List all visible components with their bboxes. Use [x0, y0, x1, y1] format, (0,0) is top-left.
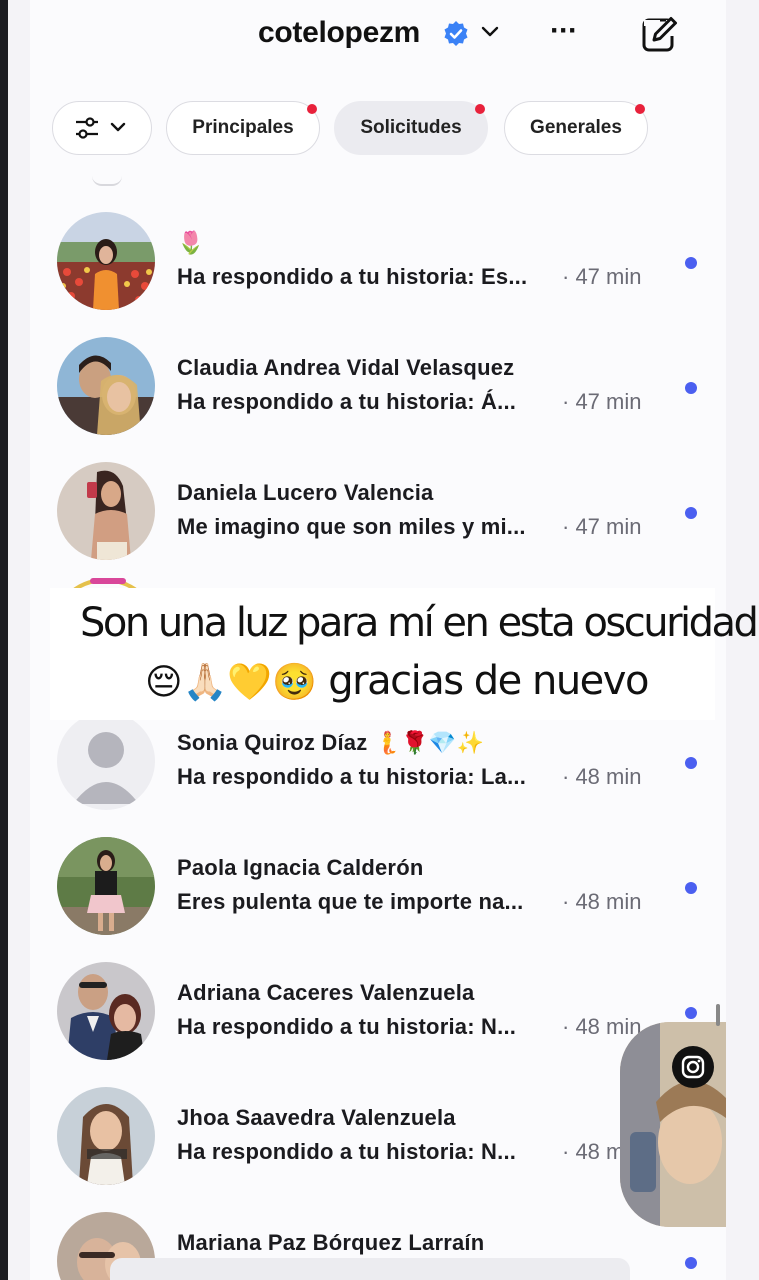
sliders-icon: [76, 117, 126, 139]
conversation-row[interactable]: Sonia Quiroz Díaz 🧜🌹💎✨ Ha respondido a t…: [30, 712, 726, 822]
tab-solicitudes-label: Solicitudes: [360, 117, 462, 138]
conversation-time: · 48 min: [562, 1014, 642, 1039]
tab-generales[interactable]: Generales: [504, 101, 648, 155]
story-caption: Son una luz para mí en esta oscuridad 😔🙏…: [50, 588, 759, 720]
tab-solicitudes[interactable]: Solicitudes: [334, 101, 488, 155]
unread-dot: [685, 507, 697, 519]
caption-line-1: Son una luz para mí en esta oscuridad: [80, 600, 759, 646]
filter-chip[interactable]: [52, 101, 152, 155]
conversation-time: · 47 min: [562, 264, 642, 289]
conversation-name: Daniela Lucero Valencia: [177, 480, 434, 505]
conversation-preview: Ha respondido a tu historia: Á...: [177, 389, 517, 414]
conversation-name: Jhoa Saavedra Valenzuela: [177, 1105, 456, 1130]
avatar: [57, 712, 155, 810]
bottom-bar: [110, 1258, 630, 1280]
caption-line-2-text: gracias de nuevo: [328, 658, 649, 704]
conversation-preview: Ha respondido a tu historia: N...: [177, 1014, 517, 1039]
avatar: [57, 212, 155, 310]
scrolled-avatar-edge: [92, 176, 122, 186]
unread-dot: [685, 882, 697, 894]
conversation-name: Adriana Caceres Valenzuela: [177, 980, 475, 1005]
chevron-down-icon[interactable]: [480, 24, 500, 40]
unread-dot: [685, 382, 697, 394]
unread-dot: [685, 1007, 697, 1019]
account-username[interactable]: cotelopezm: [258, 16, 420, 50]
conversation-preview: Ha respondido a tu historia: Es...: [177, 264, 528, 289]
inbox-filter-chips: Principales Solicitudes Generales: [30, 101, 726, 161]
conversation-time: · 47 min: [562, 389, 642, 414]
unread-dot: [685, 1257, 697, 1269]
story-ring-highlight: [90, 578, 126, 584]
tab-principales[interactable]: Principales: [166, 101, 320, 155]
conversation-time: · 48 m: [562, 1139, 625, 1164]
conversation-name: Paola Ignacia Calderón: [177, 855, 424, 880]
avatar: [57, 837, 155, 935]
unread-dot: [685, 757, 697, 769]
caption-line-2: 😔🙏🏻💛🥹 gracias de nuevo: [145, 658, 649, 704]
instagram-icon[interactable]: [672, 1046, 714, 1088]
tab-generales-label: Generales: [530, 117, 622, 138]
unread-dot: [685, 257, 697, 269]
conversation-row[interactable]: Claudia Andrea Vidal Velasquez Ha respon…: [30, 337, 726, 447]
conversation-name: Mariana Paz Bórquez Larraín: [177, 1230, 485, 1255]
conversation-time: · 47 min: [562, 514, 642, 539]
conversation-name: Claudia Andrea Vidal Velasquez: [177, 355, 515, 380]
conversation-preview: Ha respondido a tu historia: N...: [177, 1139, 517, 1164]
conversation-preview: Eres pulenta que te importe na...: [177, 889, 524, 914]
more-options-icon[interactable]: ···: [550, 16, 578, 46]
conversation-preview: Me imagino que son miles y mi...: [177, 514, 526, 539]
caption-emojis: 😔🙏🏻💛🥹: [145, 662, 318, 703]
inbox-header: cotelopezm ···: [30, 0, 726, 80]
notification-dot: [635, 104, 645, 114]
tab-principales-label: Principales: [192, 117, 294, 138]
notification-dot: [307, 104, 317, 114]
conversation-row[interactable]: Daniela Lucero Valencia Me imagino que s…: [30, 462, 726, 572]
conversation-name: Sonia Quiroz Díaz 🧜🌹💎✨: [177, 730, 485, 755]
conversation-time: · 48 min: [562, 764, 642, 789]
new-message-icon[interactable]: [640, 14, 680, 54]
conversation-row[interactable]: 🌷 Ha respondido a tu historia: Es... · 4…: [30, 212, 726, 322]
avatar: [57, 462, 155, 560]
scrollbar[interactable]: [716, 1004, 720, 1026]
notification-dot: [475, 104, 485, 114]
avatar: [57, 1087, 155, 1185]
conversation-preview: Ha respondido a tu historia: La...: [177, 764, 527, 789]
conversation-row[interactable]: Paola Ignacia Calderón Eres pulenta que …: [30, 837, 726, 947]
verified-badge-icon: [444, 21, 468, 46]
conversation-time: · 48 min: [562, 889, 642, 914]
avatar: [57, 337, 155, 435]
avatar: [57, 962, 155, 1060]
screen-edge: [0, 0, 8, 1280]
conversation-name: 🌷: [177, 230, 205, 255]
